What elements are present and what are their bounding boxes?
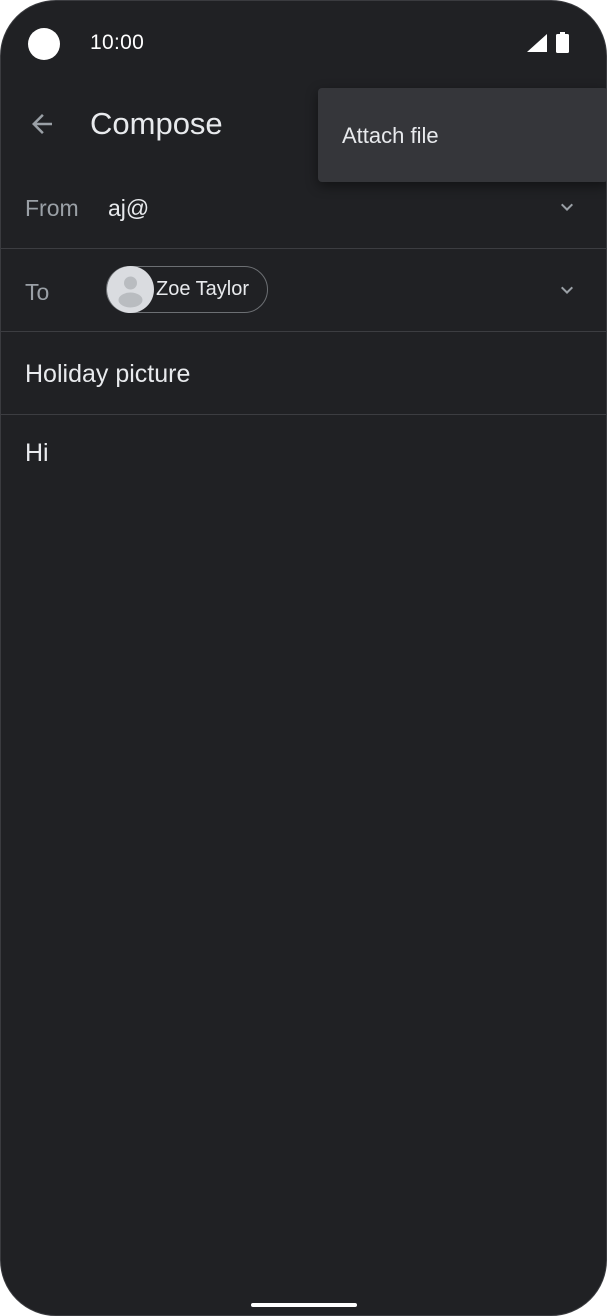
- camera-cutout: [28, 28, 60, 60]
- chevron-down-icon[interactable]: [555, 195, 579, 219]
- to-label: To: [25, 279, 50, 305]
- arrow-back-icon[interactable]: [27, 109, 57, 139]
- status-time: 10:00: [90, 31, 145, 54]
- menu-item-attach-file[interactable]: Attach file: [342, 123, 439, 149]
- phone-screen: 10:00 Compose From aj@ To Zoe Taylor Hol…: [0, 0, 607, 1316]
- page-title: Compose: [90, 106, 223, 141]
- subject-row: Holiday picture: [1, 332, 606, 415]
- recipient-chip[interactable]: Zoe Taylor: [106, 266, 268, 313]
- signal-icon: [527, 34, 547, 52]
- battery-icon: [556, 32, 569, 53]
- chevron-down-icon[interactable]: [555, 278, 579, 302]
- subject-field[interactable]: Holiday picture: [25, 360, 190, 389]
- from-label: From: [25, 195, 79, 221]
- from-field[interactable]: aj@: [108, 195, 149, 222]
- to-row: To Zoe Taylor: [1, 249, 606, 332]
- overflow-menu: Attach file: [318, 88, 606, 182]
- home-indicator[interactable]: [251, 1303, 357, 1307]
- avatar: [107, 266, 154, 313]
- body-field[interactable]: Hi: [25, 439, 49, 468]
- recipient-name: Zoe Taylor: [156, 278, 250, 300]
- person-icon: [118, 276, 143, 308]
